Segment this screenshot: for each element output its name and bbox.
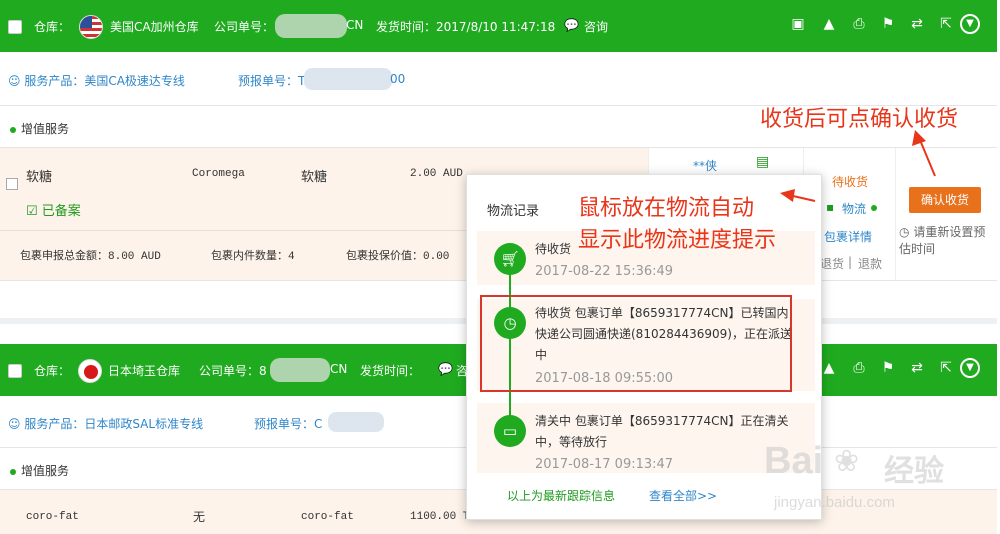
annotation-hover-hint-2: 显示此物流进度提示	[578, 228, 777, 253]
smile-icon: ☺	[8, 417, 21, 431]
order1-flag-icon[interactable]: ⚑	[880, 16, 896, 32]
paw-icon: ❀	[834, 444, 860, 479]
order1-item-brand: Coromega	[192, 168, 245, 180]
highlight-box	[480, 295, 792, 392]
order2-forecast-redacted	[328, 412, 384, 432]
calendar-check-icon: ☑	[26, 204, 38, 219]
popup-footer-text: 以上为最新跟踪信息	[507, 489, 616, 503]
order1-item-checkbox[interactable]	[6, 178, 18, 190]
order1-logistics-icon: ▪	[826, 200, 835, 214]
us-flag-icon	[79, 15, 103, 39]
order1-return-link[interactable]: 退货	[820, 255, 844, 272]
separator: |	[848, 255, 853, 269]
green-dot-icon	[10, 468, 16, 475]
order2-select-checkbox[interactable]	[8, 364, 22, 378]
order1-insured-value: 包裹投保价值：0.00	[346, 251, 450, 263]
event-3-time: 2017-08-17 09:13:47	[535, 457, 674, 472]
order1-refund-link[interactable]: 退款	[858, 255, 882, 272]
order1-warning-icon[interactable]: ▲	[821, 16, 837, 32]
order1-consult-link[interactable]: 咨询	[584, 18, 608, 35]
order2-ship-time: 发货时间：	[360, 364, 421, 378]
green-dot-icon	[10, 126, 16, 133]
order1-order-no-label: 公司单号：	[214, 20, 275, 34]
order1-select-checkbox[interactable]	[8, 20, 22, 34]
order1-recorded: ☑ 已备案	[26, 204, 81, 219]
order2-item-name: coro-fat	[26, 511, 79, 523]
order1-ship-time: 发货时间：2017/8/10 11:47:18	[376, 20, 556, 34]
green-dot-icon	[871, 205, 877, 211]
order2-item-type: 无	[193, 510, 206, 524]
smile-icon: ☺	[8, 74, 21, 88]
order1-recipient[interactable]: **侠	[693, 157, 717, 174]
order1-action-col	[895, 148, 997, 280]
event-1-time: 2017-08-22 15:36:49	[535, 264, 674, 279]
order1-order-no-redacted	[275, 14, 347, 38]
order1-warehouse-name: 美国CA加州仓库	[110, 20, 199, 34]
order2-item-brand: coro-fat	[301, 511, 354, 523]
order1-warehouse-label: 仓库：	[34, 20, 71, 34]
order1-value-added: 增值服务	[10, 120, 69, 137]
order1-chevron-down-icon[interactable]: ▼	[960, 14, 980, 34]
order2-flag-icon[interactable]: ⚑	[880, 360, 896, 376]
order1-logistics-link[interactable]: 物流	[842, 200, 866, 217]
event-3-text: 清关中 包裹订单【8659317774CN】正在清关中，等待放行	[535, 414, 789, 449]
view-all-link[interactable]: 查看全部>>	[649, 487, 717, 504]
order1-item-price: 2.00 AUD	[410, 168, 463, 180]
order1-item-name: 软糖	[26, 170, 53, 185]
watermark-brand2: 经验	[884, 454, 944, 489]
order1-parcel-detail[interactable]: 包裹详情	[824, 228, 872, 245]
jp-flag-icon	[78, 359, 102, 383]
watermark-url: jingyan.baidu.com	[774, 494, 895, 511]
monitor-icon: ▭	[494, 415, 526, 447]
order1-service-product: ☺ 服务产品：美国CA极速达专线	[8, 74, 185, 88]
order1-consult-icon[interactable]: 💬	[564, 18, 579, 32]
confirm-receipt-button[interactable]: 确认收货	[909, 187, 981, 213]
watermark-brand: Bai	[764, 440, 824, 482]
order2-share-icon[interactable]: ⇱	[938, 360, 954, 376]
order2-order-no-suffix: CN	[330, 362, 348, 376]
cart-icon: 🛒︎	[494, 243, 526, 275]
order1-status: 待收货	[832, 175, 869, 189]
order2-item-price: 1100.00 T	[410, 511, 470, 523]
order1-inner-qty: 包裹内件数量：4	[211, 251, 295, 263]
id-card-icon: ▤	[756, 154, 770, 170]
order2-order-no-redacted	[270, 358, 330, 382]
order2-shuffle-icon[interactable]: ⇄	[909, 360, 925, 376]
order1-print-icon[interactable]: ⎙	[851, 16, 867, 32]
baidu-watermark: Bai ❀ 经验 jingyan.baidu.com	[764, 440, 996, 530]
order1-reset-time[interactable]: ◷ 请重新设置预估时间	[899, 224, 995, 258]
order2-service-product: ☺ 服务产品：日本邮政SAL标准专线	[8, 417, 204, 431]
order1-shuffle-icon[interactable]: ⇄	[909, 16, 925, 32]
order1-briefcase-icon[interactable]: ▣	[790, 16, 806, 32]
order2-warehouse-label: 仓库：	[34, 364, 71, 378]
order1-share-icon[interactable]: ⇱	[938, 16, 954, 32]
order1-header: 仓库： 美国CA加州仓库 公司单号： CN 发货时间：2017/8/10 11:…	[0, 0, 997, 52]
order1-declared-total: 包裹申报总金额：8.00 AUD	[20, 251, 161, 263]
annotation-confirm-hint: 收货后可点确认收货	[760, 107, 959, 132]
order2-value-added: 增值服务	[10, 462, 69, 479]
order2-forecast-no: 预报单号：C	[254, 417, 323, 431]
order1-forecast-no: 预报单号：T	[238, 74, 306, 88]
order1-forecast-suffix: 00	[390, 72, 406, 86]
annotation-hover-hint-1: 鼠标放在物流自动	[578, 196, 755, 221]
order1-order-no-suffix: CN	[346, 18, 364, 32]
order2-print-icon[interactable]: ⎙	[851, 360, 867, 376]
popup-title: 物流记录	[487, 204, 540, 219]
order2-warning-icon[interactable]: ▲	[821, 360, 837, 376]
order1-item-type: 软糖	[301, 170, 328, 185]
order2-consult-icon[interactable]: 💬	[438, 362, 453, 376]
order2-order-no-label: 公司单号：8	[199, 364, 267, 378]
order2-chevron-down-icon[interactable]: ▼	[960, 358, 980, 378]
clock-icon: ◷	[899, 225, 910, 239]
order1-forecast-redacted	[304, 68, 392, 90]
order2-warehouse-name: 日本埼玉仓库	[108, 364, 181, 378]
